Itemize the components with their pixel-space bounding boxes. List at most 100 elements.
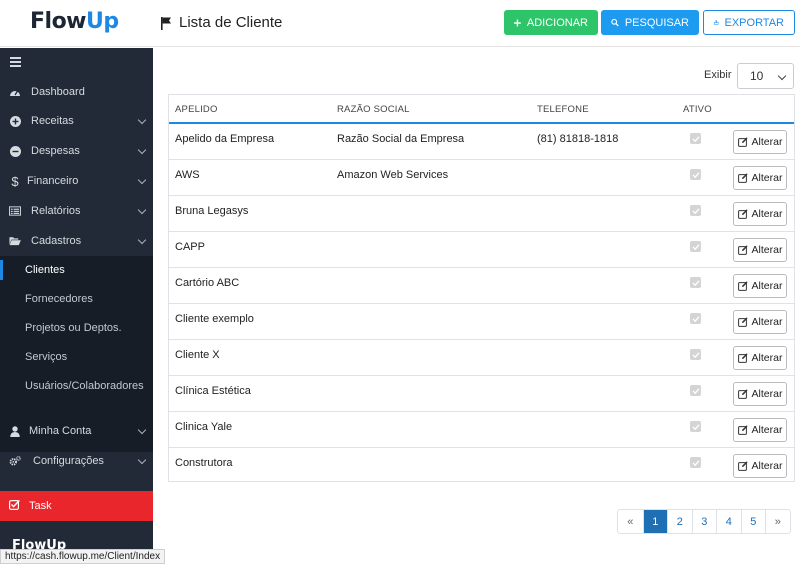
table-row: Construtora Alterar xyxy=(169,448,794,484)
edit-button[interactable]: Alterar xyxy=(733,274,787,298)
cell-apelido: Bruna Legasys xyxy=(175,205,249,217)
page-size-label: Exibir xyxy=(704,69,732,81)
pagination-prev-button[interactable]: « xyxy=(618,510,643,533)
sidebar-item-dashboard[interactable]: Dashboard xyxy=(0,77,153,107)
column-header-ativo[interactable]: ATIVO xyxy=(683,104,712,115)
submenu-item-fornecedores[interactable]: Fornecedores xyxy=(0,285,153,313)
edit-button[interactable]: Alterar xyxy=(733,346,787,370)
cell-apelido: Clínica Estética xyxy=(175,385,251,397)
ativo-checkbox xyxy=(690,277,701,288)
edit-icon xyxy=(737,173,748,183)
edit-button[interactable]: Alterar xyxy=(733,130,787,154)
cell-apelido: Cartório ABC xyxy=(175,277,240,289)
edit-button[interactable]: Alterar xyxy=(733,310,787,334)
edit-button[interactable]: Alterar xyxy=(733,202,787,226)
edit-button[interactable]: Alterar xyxy=(733,166,787,190)
export-button[interactable]: EXPORTAR xyxy=(703,10,795,35)
page-size-select[interactable]: 10 xyxy=(737,63,794,89)
page-title: Lista de Cliente xyxy=(160,14,282,31)
cell-apelido: Cliente X xyxy=(175,349,220,361)
ativo-checkbox xyxy=(690,349,701,360)
edit-icon xyxy=(737,317,748,327)
dashboard-icon xyxy=(9,86,21,98)
checkbox-icon xyxy=(9,499,20,513)
ativo-checkbox xyxy=(690,313,701,324)
edit-button[interactable]: Alterar xyxy=(733,454,787,478)
edit-button[interactable]: Alterar xyxy=(733,418,787,442)
cell-apelido: Construtora xyxy=(175,457,233,469)
hamburger-menu-icon[interactable] xyxy=(10,57,21,69)
search-button[interactable]: PESQUISAR xyxy=(601,10,699,35)
table-row: Clínica Estética Alterar xyxy=(169,376,794,412)
sidebar-item-financeiro[interactable]: $ Financeiro xyxy=(0,166,153,196)
plus-circle-icon xyxy=(9,115,21,127)
export-icon xyxy=(714,20,719,25)
edit-icon xyxy=(737,461,748,471)
edit-icon xyxy=(737,389,748,399)
edit-icon xyxy=(737,209,748,219)
edit-icon xyxy=(737,281,748,291)
chevron-down-icon xyxy=(137,145,147,155)
column-header-telefone[interactable]: TELEFONE xyxy=(537,104,589,115)
folder-open-icon xyxy=(9,235,21,247)
table-row: Cartório ABC Alterar xyxy=(169,268,794,304)
sidebar-item-cadastros[interactable]: Cadastros xyxy=(0,226,153,256)
submenu-item-servicos[interactable]: Serviços xyxy=(0,343,153,371)
cell-razao-social: Amazon Web Services xyxy=(337,169,449,181)
submenu-item-usuarios[interactable]: Usuários/Colaboradores xyxy=(0,372,153,400)
sidebar-item-configuracoes[interactable]: Configurações xyxy=(0,446,153,476)
ativo-checkbox xyxy=(690,205,701,216)
pagination: «1 2 3 4 5» xyxy=(617,509,791,534)
sidebar: Dashboard Receitas Despesas $ Financeiro… xyxy=(0,48,153,564)
pagination-next-button[interactable]: » xyxy=(765,510,790,533)
column-header-razao-social[interactable]: RAZÃO SOCIAL xyxy=(337,104,410,115)
edit-button[interactable]: Alterar xyxy=(733,382,787,406)
ativo-checkbox xyxy=(690,421,701,432)
top-bar: FlowUp Lista de Cliente ADICIONAR PESQUI… xyxy=(0,0,800,47)
chevron-down-icon xyxy=(137,235,147,245)
pagination-page-3[interactable]: 3 xyxy=(691,510,717,533)
chevron-down-icon xyxy=(137,115,147,125)
ativo-checkbox xyxy=(690,457,701,468)
cell-telefone: (81) 81818-1818 xyxy=(537,133,619,145)
edit-icon xyxy=(737,245,748,255)
chevron-down-icon xyxy=(137,455,147,465)
table-row: AWS Amazon Web Services Alterar xyxy=(169,160,794,196)
dollar-icon: $ xyxy=(11,173,19,189)
sidebar-item-receitas[interactable]: Receitas xyxy=(0,106,153,136)
chevron-down-icon xyxy=(777,71,787,81)
pagination-page-2[interactable]: 2 xyxy=(667,510,692,533)
chevron-down-icon xyxy=(137,175,147,185)
sidebar-item-minha-conta[interactable]: Minha Conta xyxy=(0,416,153,446)
pagination-page-4[interactable]: 4 xyxy=(716,510,741,533)
ativo-checkbox xyxy=(690,133,701,144)
cell-apelido: AWS xyxy=(175,169,200,181)
pagination-page-1[interactable]: 1 xyxy=(642,510,667,533)
edit-button[interactable]: Alterar xyxy=(733,238,787,262)
cell-apelido: CAPP xyxy=(175,241,205,253)
add-button[interactable]: ADICIONAR xyxy=(504,10,598,35)
cogs-icon xyxy=(9,455,21,467)
status-bar-url: https://cash.flowup.me/Client/Index xyxy=(0,549,166,564)
submenu-item-clientes[interactable]: Clientes xyxy=(0,256,153,284)
flowup-logo[interactable]: FlowUp xyxy=(30,9,119,34)
chevron-down-icon xyxy=(137,205,147,215)
table-row: Cliente exemplo Alterar xyxy=(169,304,794,340)
submenu-item-projetos[interactable]: Projetos ou Deptos. xyxy=(0,314,153,342)
cell-razao-social: Razão Social da Empresa xyxy=(337,133,465,145)
table-header: APELIDO RAZÃO SOCIAL TELEFONE ATIVO xyxy=(169,95,794,124)
table-row: Cliente X Alterar xyxy=(169,340,794,376)
table-row: Bruna Legasys Alterar xyxy=(169,196,794,232)
cell-apelido: Apelido da Empresa xyxy=(175,133,275,145)
sidebar-item-relatorios[interactable]: Relatórios xyxy=(0,196,153,226)
column-header-apelido[interactable]: APELIDO xyxy=(175,104,218,115)
clients-table: APELIDO RAZÃO SOCIAL TELEFONE ATIVO Apel… xyxy=(168,94,795,482)
plus-icon xyxy=(514,19,521,26)
user-icon xyxy=(9,425,21,437)
edit-icon xyxy=(737,137,748,147)
sidebar-item-despesas[interactable]: Despesas xyxy=(0,136,153,166)
task-button[interactable]: Task xyxy=(0,491,153,521)
pagination-page-5[interactable]: 5 xyxy=(740,510,766,533)
cell-apelido: Clinica Yale xyxy=(175,421,233,433)
page-title-text: Lista de Cliente xyxy=(179,14,283,31)
